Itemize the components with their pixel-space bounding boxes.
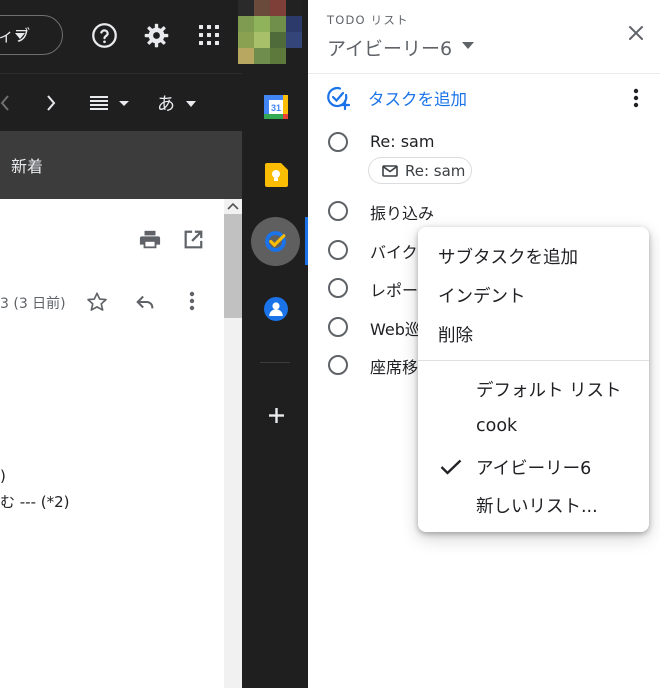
open-in-new-icon[interactable] <box>182 229 204 251</box>
more-vert-icon[interactable] <box>633 88 639 108</box>
calendar-icon[interactable]: 31 <box>264 95 288 119</box>
star-icon[interactable] <box>86 291 108 313</box>
mail-view: 3 (3 日前) ) む --- (*2) <box>0 199 224 688</box>
svg-text:31: 31 <box>271 103 281 113</box>
chevron-down-icon[interactable] <box>462 42 474 49</box>
tasks-icon[interactable] <box>263 229 288 254</box>
gear-icon[interactable] <box>143 22 170 49</box>
gmail-pane: ィブ あ 新着 3 (3 日前)) む --- (*2) <box>0 0 242 688</box>
mail-date: 3 (3 日前) <box>0 296 66 312</box>
task-complete-checkbox[interactable] <box>328 201 348 221</box>
print-icon[interactable] <box>139 229 161 251</box>
strip-divider <box>260 362 290 363</box>
menu-add-subtask[interactable]: サブタスクを追加 <box>438 244 578 269</box>
menu-divider <box>418 360 649 361</box>
apps-grid-icon[interactable] <box>198 24 220 46</box>
new-mail-label: 新着 <box>11 157 44 176</box>
task-title[interactable]: Web巡 <box>370 316 421 340</box>
chevron-left-icon[interactable] <box>0 95 10 111</box>
task-complete-checkbox[interactable] <box>328 278 348 298</box>
task-complete-checkbox[interactable] <box>328 132 348 152</box>
add-task-icon[interactable] <box>326 85 350 111</box>
task-title[interactable]: レポー <box>370 277 418 301</box>
linked-email-label: Re: sam <box>405 162 466 180</box>
menu-delete[interactable]: 削除 <box>438 322 473 347</box>
task-context-menu: サブタスクを追加 インデント 削除 デフォルト リスト cook アイビーリー6… <box>418 227 649 532</box>
header-divider <box>308 73 660 74</box>
chevron-down-icon[interactable] <box>185 100 197 108</box>
scroll-up-icon[interactable] <box>227 202 239 210</box>
add-task-button[interactable]: タスクを追加 <box>368 86 467 110</box>
keep-icon[interactable] <box>264 163 288 187</box>
tasks-header-label: TODO リスト <box>327 13 409 27</box>
task-title[interactable]: 座席移 <box>370 354 418 378</box>
menu-list-current[interactable]: アイビーリー6 <box>476 455 591 480</box>
gmail-toolbar: あ <box>0 73 242 132</box>
gmail-top-bar: ィブ <box>0 0 242 73</box>
check-icon <box>440 459 462 475</box>
chevron-right-icon[interactable] <box>46 95 56 111</box>
input-tools-label[interactable]: あ <box>157 90 175 116</box>
task-title[interactable]: 振り込み <box>370 200 434 224</box>
close-icon[interactable] <box>625 22 647 44</box>
mail-body-line: ) <box>0 467 6 485</box>
task-complete-checkbox[interactable] <box>328 317 348 337</box>
plus-icon[interactable] <box>269 408 284 423</box>
filter-chip[interactable]: ィブ <box>0 15 63 55</box>
avatar[interactable] <box>238 0 302 64</box>
mail-icon <box>382 165 398 177</box>
menu-new-list[interactable]: 新しいリスト... <box>476 493 598 518</box>
task-title[interactable]: Re: sam <box>370 132 434 151</box>
density-icon[interactable] <box>90 95 130 111</box>
help-icon[interactable] <box>91 22 118 49</box>
menu-list-cook[interactable]: cook <box>476 416 517 436</box>
task-complete-checkbox[interactable] <box>328 240 348 260</box>
task-title[interactable]: バイク <box>370 239 418 263</box>
linked-email-chip[interactable]: Re: sam <box>368 157 472 184</box>
menu-list-default[interactable]: デフォルト リスト <box>476 377 622 402</box>
chevron-down-icon <box>15 33 25 39</box>
list-name-dropdown[interactable]: アイビーリー6 <box>327 34 452 61</box>
new-mail-bar[interactable]: 新着 <box>0 131 242 199</box>
task-complete-checkbox[interactable] <box>328 355 348 375</box>
mail-body-line: む --- (*2) <box>0 493 70 511</box>
menu-indent[interactable]: インデント <box>438 283 526 308</box>
more-vert-icon[interactable] <box>189 291 195 311</box>
contacts-icon[interactable] <box>264 297 288 321</box>
scrollbar-thumb[interactable] <box>224 214 242 318</box>
reply-icon[interactable] <box>134 291 156 313</box>
